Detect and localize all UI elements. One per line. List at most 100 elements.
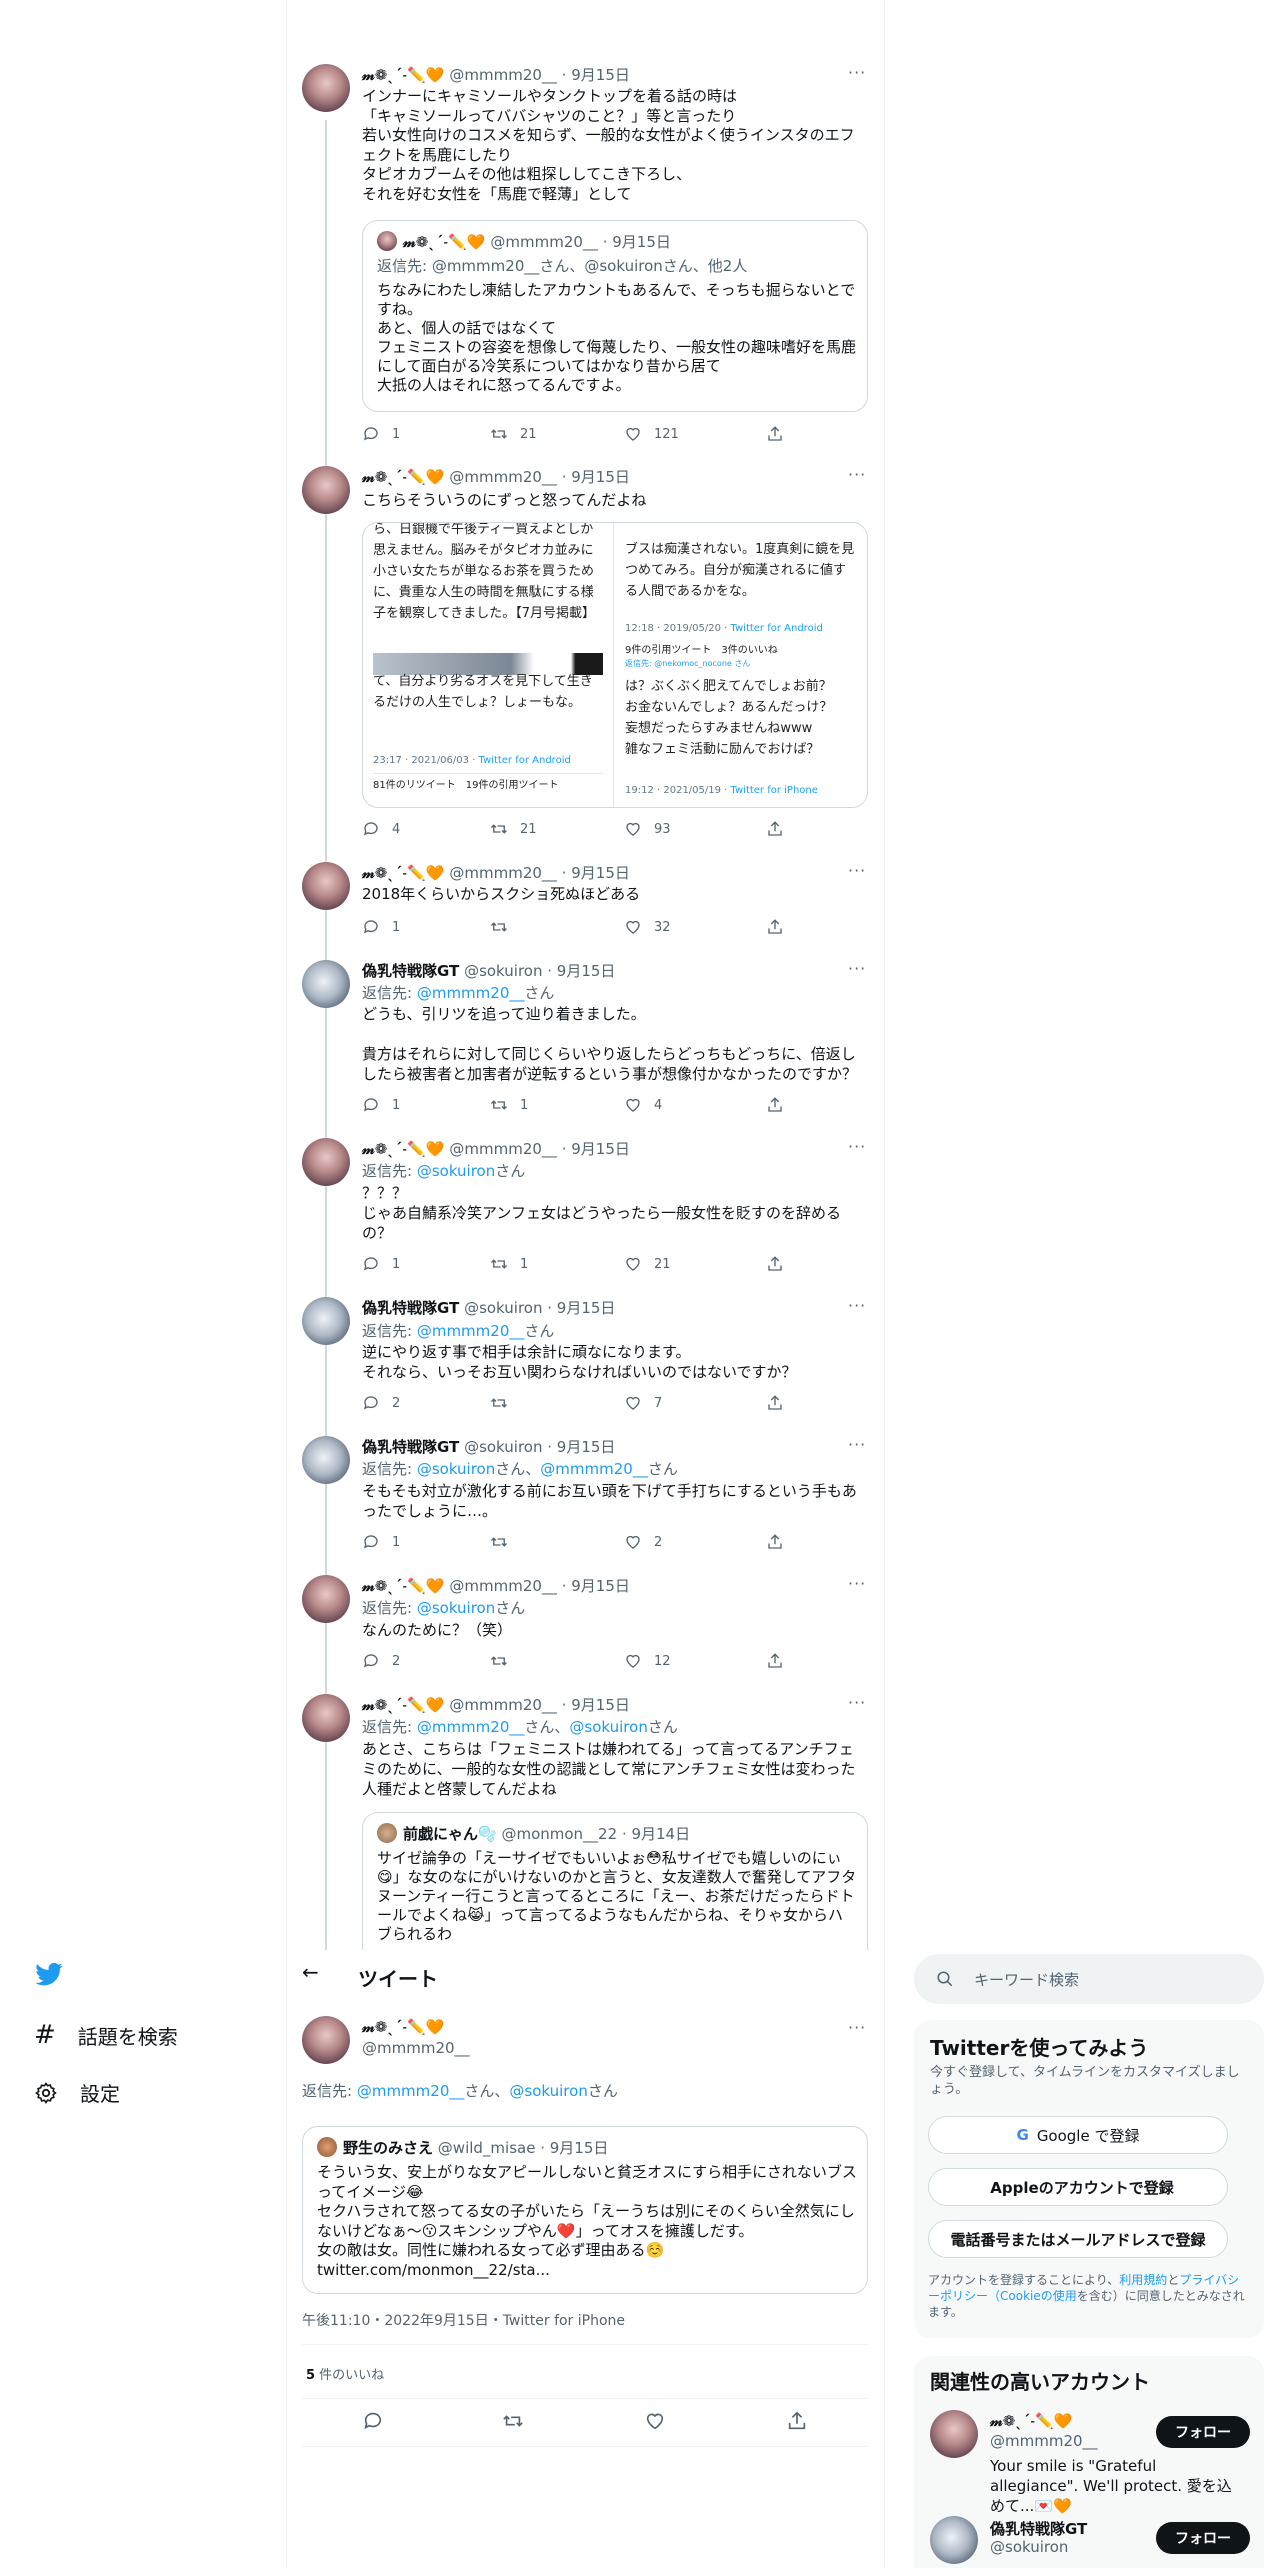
share-button[interactable]	[766, 1096, 784, 1114]
user-name[interactable]: 𝓂❁ˎˊ˗✏️🧡	[362, 1577, 445, 1595]
avatar[interactable]	[302, 1694, 350, 1742]
follow-button[interactable]: フォロー	[1156, 2522, 1250, 2554]
retweet-button[interactable]: 21	[490, 820, 537, 838]
avatar[interactable]	[302, 1138, 350, 1186]
tweet-date[interactable]: · 9月15日	[562, 1140, 630, 1158]
terms-link[interactable]: 利用規約	[1119, 2273, 1167, 2287]
user-handle[interactable]: @mmmm20__	[449, 468, 557, 486]
mention-link[interactable]: @sokuiron	[417, 1460, 495, 1478]
more-options-icon[interactable]: ···	[848, 959, 866, 978]
user-handle[interactable]: @sokuiron	[464, 962, 542, 980]
user-name[interactable]: 𝓂❁ˎˊ˗✏️🧡	[362, 2018, 445, 2036]
mention-link[interactable]: @mmmm20__	[417, 1718, 525, 1736]
sidebar-item-explore[interactable]: # 話題を検索	[34, 2020, 178, 2050]
avatar[interactable]	[302, 960, 350, 1008]
user-name[interactable]: 𝓂❁ˎˊ˗✏️🧡	[362, 864, 445, 882]
reply-icon[interactable]	[362, 2410, 384, 2432]
reply-button[interactable]: 1	[362, 918, 400, 936]
mention-link[interactable]: @sokuiron	[417, 1599, 495, 1617]
likes-count[interactable]: 5 件のいいね	[306, 2364, 384, 2383]
like-button[interactable]: 2	[624, 1533, 662, 1551]
more-options-icon[interactable]: ···	[848, 2018, 866, 2037]
avatar[interactable]	[930, 2516, 978, 2564]
user-name[interactable]: 𝓂❁ˎˊ˗✏️🧡	[362, 468, 445, 486]
follow-button[interactable]: フォロー	[1156, 2416, 1250, 2448]
more-options-icon[interactable]: ···	[848, 1574, 866, 1593]
tweet-date[interactable]: · 9月15日	[562, 864, 630, 882]
avatar[interactable]	[302, 466, 350, 514]
retweet-button[interactable]: 1	[490, 1255, 528, 1273]
user-handle[interactable]: @mmmm20__	[362, 2039, 470, 2057]
retweet-button[interactable]: 21	[490, 425, 537, 443]
like-button[interactable]: 7	[624, 1394, 662, 1412]
retweet-button[interactable]	[490, 1533, 508, 1551]
user-name[interactable]: 偽乳特戦隊GT	[362, 1438, 459, 1456]
mention-link[interactable]: @mmmm20__	[357, 2082, 465, 2100]
like-button[interactable]: 4	[624, 1096, 662, 1114]
reply-button[interactable]: 2	[362, 1652, 400, 1670]
like-button[interactable]: 93	[624, 820, 671, 838]
avatar[interactable]	[302, 1297, 350, 1345]
share-button[interactable]	[766, 1652, 784, 1670]
retweet-icon[interactable]	[502, 2410, 524, 2432]
more-options-icon[interactable]: ···	[848, 1296, 866, 1315]
heart-icon[interactable]	[644, 2410, 666, 2432]
retweet-button[interactable]	[490, 918, 508, 936]
screenshot-collage[interactable]: ら、日銀機で午後ティー買えよとしか思えません。脳みそがタピオカ並みに小さい女たち…	[362, 522, 868, 808]
more-options-icon[interactable]: ···	[848, 1137, 866, 1156]
share-button[interactable]	[766, 1394, 784, 1412]
retweet-button[interactable]	[490, 1394, 508, 1412]
reply-button[interactable]: 1	[362, 1255, 400, 1273]
quoted-tweet[interactable]: 前戯にゃん🫧 @monmon__22 · 9月14日 サイゼ論争の「えーサイゼで…	[362, 1812, 868, 1958]
user-handle[interactable]: @sokuiron	[990, 2538, 1068, 2556]
phone-signup-button[interactable]: 電話番号またはメールアドレスで登録	[928, 2220, 1228, 2258]
mention-link[interactable]: @mmmm20__	[540, 1460, 648, 1478]
user-name[interactable]: 𝓂❁ˎˊ˗✏️🧡	[362, 66, 445, 84]
share-button[interactable]	[766, 918, 784, 936]
more-options-icon[interactable]: ···	[848, 1435, 866, 1454]
search-input[interactable]: キーワード検索	[914, 1954, 1264, 2004]
retweet-button[interactable]: 1	[490, 1096, 528, 1114]
more-options-icon[interactable]: ···	[848, 63, 866, 82]
user-name[interactable]: 𝓂❁ˎˊ˗✏️🧡	[362, 1140, 445, 1158]
more-options-icon[interactable]: ···	[848, 465, 866, 484]
quoted-tweet[interactable]: 𝓂❁ˎˊ˗✏️🧡 @mmmm20__ · 9月15日 返信先: @mmmm20_…	[362, 220, 868, 412]
avatar[interactable]	[302, 64, 350, 112]
reply-button[interactable]: 1	[362, 425, 400, 443]
user-name[interactable]: 偽乳特戦隊GT	[990, 2518, 1087, 2539]
user-handle[interactable]: @sokuiron	[464, 1438, 542, 1456]
more-options-icon[interactable]: ···	[848, 1693, 866, 1712]
avatar[interactable]	[302, 862, 350, 910]
user-name[interactable]: 偽乳特戦隊GT	[362, 962, 459, 980]
apple-signup-button[interactable]: Appleのアカウントで登録	[928, 2168, 1228, 2206]
user-handle[interactable]: @mmmm20__	[449, 1577, 557, 1595]
avatar[interactable]	[302, 1436, 350, 1484]
user-handle[interactable]: @mmmm20__	[449, 1140, 557, 1158]
user-handle[interactable]: @sokuiron	[464, 1299, 542, 1317]
tweet-date[interactable]: · 9月15日	[562, 1696, 630, 1714]
tweet-date[interactable]: · 9月15日	[547, 962, 615, 980]
share-button[interactable]	[766, 1255, 784, 1273]
user-name[interactable]: 𝓂❁ˎˊ˗✏️🧡	[990, 2412, 1073, 2430]
mention-link[interactable]: @sokuiron	[509, 2082, 587, 2100]
like-button[interactable]: 121	[624, 425, 679, 443]
reply-button[interactable]: 4	[362, 820, 400, 838]
share-icon[interactable]	[786, 2410, 808, 2432]
like-button[interactable]: 21	[624, 1255, 671, 1273]
google-signup-button[interactable]: G Google で登録	[928, 2116, 1228, 2154]
sidebar-item-settings[interactable]: 設定	[34, 2078, 120, 2107]
like-button[interactable]: 32	[624, 918, 671, 936]
tweet-date[interactable]: · 9月15日	[547, 1438, 615, 1456]
tweet-date[interactable]: · 9月15日	[547, 1299, 615, 1317]
user-handle[interactable]: @mmmm20__	[449, 864, 557, 882]
avatar[interactable]	[302, 1575, 350, 1623]
user-handle[interactable]: @mmmm20__	[990, 2432, 1098, 2450]
like-button[interactable]: 12	[624, 1652, 671, 1670]
share-button[interactable]	[766, 820, 784, 838]
avatar[interactable]	[302, 2016, 350, 2064]
twitter-logo-icon[interactable]	[34, 1962, 64, 1988]
user-handle[interactable]: @mmmm20__	[449, 1696, 557, 1714]
mention-link[interactable]: @mmmm20__	[417, 1322, 525, 1340]
retweet-button[interactable]	[490, 1652, 508, 1670]
mention-link[interactable]: @sokuiron	[569, 1718, 647, 1736]
